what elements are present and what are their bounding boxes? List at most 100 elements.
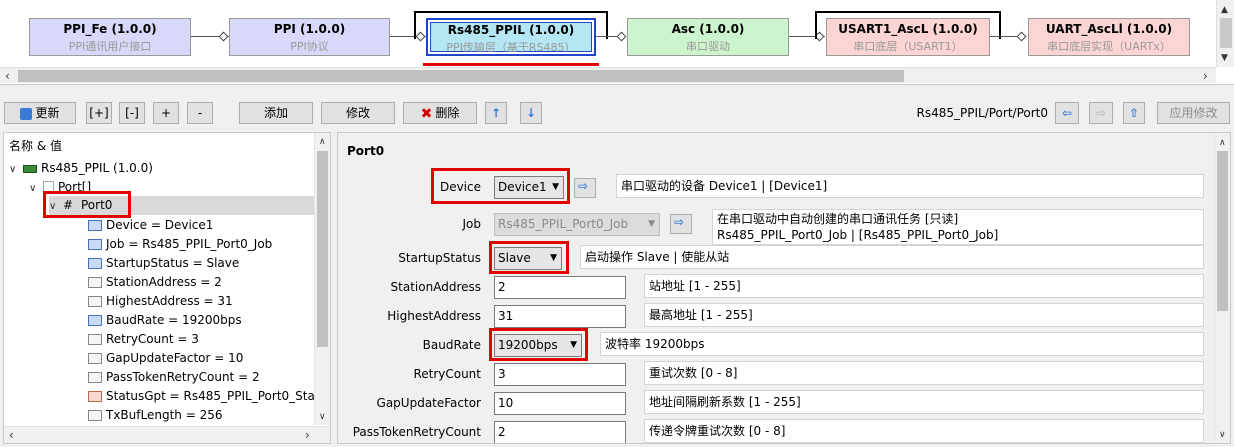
prop-label: GapUpdateFactor [376, 396, 481, 410]
tree-leaf-label: PassTokenRetryCount = 2 [106, 370, 260, 384]
move-up-button[interactable]: ↑ [485, 102, 507, 124]
tree-leaf[interactable]: RetryCount = 3 [88, 330, 199, 349]
scroll-right-icon[interactable]: › [1203, 70, 1208, 82]
stationaddress-input[interactable]: 2 [494, 276, 626, 299]
scroll-thumb[interactable] [1217, 151, 1228, 311]
tree-leaf[interactable]: Job = Rs485_PPIL_Port0_Job [88, 235, 272, 254]
expand-button[interactable]: + [153, 102, 179, 124]
tree-horizontal-scrollbar[interactable]: ‹ › [4, 426, 330, 443]
prop-row-startupstatus: StartupStatus Slave ▼ 启动操作 Slave | 使能从站 [338, 241, 1216, 274]
component-uart-ascll[interactable]: UART_AscLl (1.0.0) 串口底层实现（UARTx） [1028, 18, 1190, 56]
arrow-right-icon: ⇨ [1095, 106, 1107, 120]
passtokenretrycount-input[interactable]: 2 [494, 421, 626, 443]
tree-leaf-label: TxBufLength = 256 [106, 408, 223, 422]
tree-node-root[interactable]: ∨ Rs485_PPIL (1.0.0) [9, 159, 153, 178]
scroll-thumb[interactable] [317, 151, 328, 347]
component-usart1-ascl[interactable]: USART1_AscL (1.0.0) 串口底层（USART1） [826, 18, 990, 56]
apply-button[interactable]: 应用修改 [1157, 102, 1230, 124]
tree-node-label: Rs485_PPIL (1.0.0) [41, 161, 153, 175]
goto-job-button[interactable]: ⇨ [670, 214, 692, 234]
prop-description: 串口驱动的设备 Device1 | [Device1] [616, 174, 1204, 198]
prop-row-baudrate: BaudRate 19200bps ▼ 波特率 19200bps [338, 328, 1216, 361]
scroll-left-icon[interactable]: ‹ [5, 70, 10, 82]
strip-vertical-scrollbar[interactable]: ▲ ▼ [1216, 0, 1234, 67]
parent-button[interactable]: ⇧ [1123, 102, 1145, 124]
property-icon [88, 277, 102, 288]
component-subtitle: 串口底层实现（UARTx） [1047, 40, 1171, 53]
delete-button[interactable]: ✖ 删除 [403, 102, 477, 124]
collapse-all-button[interactable]: [-] [119, 102, 145, 124]
scroll-thumb[interactable] [1220, 18, 1232, 48]
scroll-right-icon[interactable]: › [305, 429, 310, 441]
arrow-right-icon: ⇨ [674, 215, 685, 229]
chevron-down-icon[interactable]: ∨ [29, 179, 43, 198]
prop-row-retrycount: RetryCount 3 重试次数 [0 - 8] [338, 360, 1216, 388]
refresh-button[interactable]: 更新 [4, 102, 76, 124]
highlight-box [489, 328, 588, 361]
prop-row-highestaddress: HighestAddress 31 最高地址 [1 - 255] [338, 302, 1216, 330]
add-button[interactable]: 添加 [239, 102, 313, 124]
prop-label: PassTokenRetryCount [352, 425, 481, 439]
collapse-button[interactable]: - [187, 102, 213, 124]
tree-leaf[interactable]: HighestAddress = 31 [88, 292, 233, 311]
expand-all-button[interactable]: [+] [86, 102, 112, 124]
scroll-down-icon[interactable]: ∨ [319, 411, 326, 423]
tree-leaf[interactable]: TxBufLength = 256 [88, 406, 222, 425]
back-button[interactable]: ⇦ [1055, 102, 1079, 124]
prop-description: 传递令牌重试次数 [0 - 8] [644, 419, 1204, 443]
chevron-down-icon[interactable]: ∨ [9, 160, 23, 179]
highestaddress-input[interactable]: 31 [494, 305, 626, 328]
connector-diamond [218, 31, 229, 42]
toolbar: 更新 [+] [-] + - 添加 修改 ✖ 删除 ↑ ↓ Rs485_PPIL/… [0, 98, 1234, 128]
tree-leaf-label: BaudRate = 19200bps [106, 313, 242, 327]
goto-device-button[interactable]: ⇨ [574, 178, 596, 198]
property-icon [88, 391, 102, 402]
component-ppi[interactable]: PPI (1.0.0) PPI协议 [229, 18, 390, 56]
property-icon [88, 239, 102, 250]
modify-button[interactable]: 修改 [321, 102, 395, 124]
prop-label: Job [462, 217, 482, 231]
scroll-up-icon[interactable]: ∧ [1219, 137, 1226, 149]
scroll-down-icon[interactable]: ▼ [1221, 52, 1228, 64]
scroll-thumb[interactable] [18, 70, 904, 82]
highlight-box [489, 241, 569, 274]
config-tree: 名称 & 值 ∨ Rs485_PPIL (1.0.0) ∨ Port[] ∨ # Por… [3, 132, 331, 444]
tree-leaf[interactable]: BaudRate = 19200bps [88, 311, 242, 330]
component-title: UART_AscLl (1.0.0) [1045, 22, 1173, 36]
strip-horizontal-scrollbar[interactable]: ‹ › [0, 67, 1216, 83]
component-title: PPI (1.0.0) [273, 22, 346, 36]
tree-leaf[interactable]: StatusGpt = Rs485_PPIL_Port0_Statu [88, 387, 327, 406]
property-icon [88, 315, 102, 326]
tree-leaf[interactable]: PassTokenRetryCount = 2 [88, 368, 260, 387]
tree-leaf[interactable]: StartupStatus = Slave [88, 254, 239, 273]
component-subtitle: 串口底层（USART1） [853, 40, 963, 53]
tree-leaf[interactable]: StationAddress = 2 [88, 273, 222, 292]
forward-button[interactable]: ⇨ [1089, 102, 1113, 124]
prop-description: 在串口驱动中自动创建的串口通讯任务 [只读] Rs485_PPIL_Port0_… [712, 209, 1204, 245]
gapupdatefactor-input[interactable]: 10 [494, 392, 626, 415]
move-down-button[interactable]: ↓ [520, 102, 542, 124]
tree-vertical-scrollbar[interactable]: ∧ ∨ [314, 133, 330, 425]
component-rs485-ppil[interactable]: Rs485_PPIL (1.0.0) PPI传输层（基于RS485） [426, 18, 596, 56]
property-icon [88, 258, 102, 269]
scroll-up-icon[interactable]: ▲ [1221, 4, 1228, 16]
tree-leaf[interactable]: Device = Device1 [88, 216, 213, 235]
component-title: Asc (1.0.0) [671, 22, 745, 36]
scroll-up-icon[interactable]: ∧ [319, 136, 326, 148]
retrycount-input[interactable]: 3 [494, 363, 626, 386]
current-path: Rs485_PPIL/Port/Port0 [916, 106, 1049, 120]
property-panel-title: Port0 [347, 144, 385, 158]
scroll-down-icon[interactable]: ∨ [1219, 429, 1226, 441]
component-strip: PPI_Fe (1.0.0) PPI通讯用户接口 PPI (1.0.0) PPI… [0, 0, 1234, 85]
component-asc[interactable]: Asc (1.0.0) 串口驱动 [627, 18, 789, 56]
prop-label: StationAddress [390, 280, 481, 294]
property-icon [88, 334, 102, 345]
tree-header: 名称 & 值 [9, 139, 62, 153]
component-title: Rs485_PPIL (1.0.0) [447, 23, 575, 37]
component-ppi-fe[interactable]: PPI_Fe (1.0.0) PPI通讯用户接口 [29, 18, 191, 56]
tree-leaf[interactable]: GapUpdateFactor = 10 [88, 349, 243, 368]
property-vertical-scrollbar[interactable]: ∧ ∨ [1214, 133, 1230, 443]
prop-description-line: 在串口驱动中自动创建的串口通讯任务 [只读] [717, 212, 959, 226]
arrow-up-icon: ↑ [490, 106, 502, 120]
scroll-left-icon[interactable]: ‹ [9, 429, 14, 441]
